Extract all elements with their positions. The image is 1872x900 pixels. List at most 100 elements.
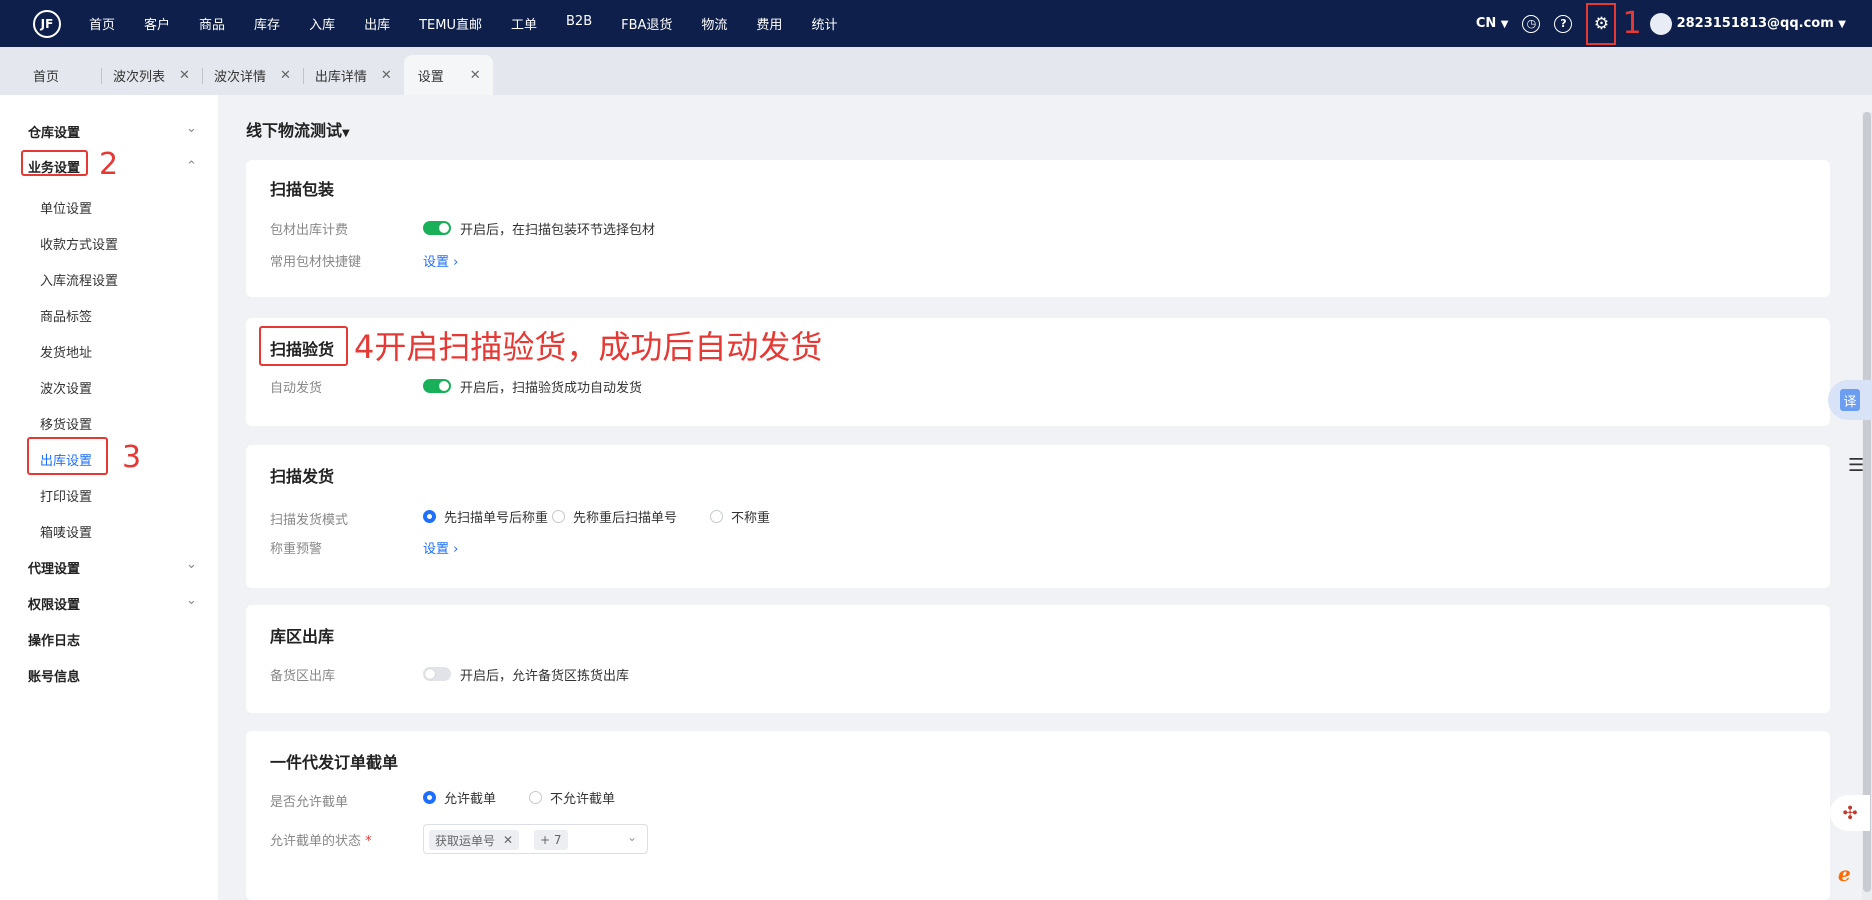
search-list-icon[interactable]: ☰	[1848, 455, 1864, 476]
tab-label: 出库详情	[314, 69, 367, 85]
chevron-down-icon[interactable]: ⌄	[186, 593, 197, 608]
chevron-down-icon[interactable]: ⌄	[186, 557, 197, 572]
sidebar-group-account[interactable]: 账号信息	[28, 666, 80, 685]
annotation-number-1: 1	[1622, 5, 1642, 41]
nav-item-customer[interactable]: 客户	[144, 14, 170, 33]
radio-label: 允许截单	[444, 792, 497, 807]
weight-warning-settings-link[interactable]: 设置 ›	[423, 538, 458, 557]
translate-float-button[interactable]: 译	[1828, 380, 1872, 420]
tab-label: 首页	[33, 69, 60, 85]
nav-item-b2b[interactable]: B2B	[566, 14, 592, 33]
row-label: 自动发货	[270, 381, 323, 396]
card-title: 库区出库	[270, 627, 335, 646]
avatar[interactable]	[1649, 12, 1672, 35]
nav-item-inventory[interactable]: 库存	[254, 14, 280, 33]
tab-settings[interactable]: 设置 ✕	[403, 55, 493, 95]
radio-weigh-then-scan[interactable]	[552, 510, 565, 523]
tab-bar: 首页 波次列表 ✕ 波次详情 ✕ 出库详情 ✕ 设置 ✕	[0, 47, 1872, 95]
sidebar-item-outbound-settings[interactable]: 出库设置	[40, 450, 92, 469]
settings-button[interactable]: ⚙	[1586, 2, 1617, 45]
warehouse-selector[interactable]: 线下物流测试▼	[246, 117, 350, 141]
nav-item-temu[interactable]: TEMU直邮	[419, 14, 482, 33]
radio-disallow-cutoff[interactable]	[529, 791, 542, 804]
user-menu[interactable]: 2823151813@qq.com ▼	[1677, 16, 1846, 31]
sidebar-item-ship-address[interactable]: 发货地址	[40, 342, 92, 361]
chevron-right-icon: ›	[453, 255, 459, 270]
required-mark: *	[365, 834, 372, 849]
sidebar-item-unit[interactable]: 单位设置	[40, 198, 92, 217]
close-icon[interactable]: ✕	[503, 833, 513, 847]
sidebar-group-warehouse[interactable]: 仓库设置	[28, 122, 80, 141]
sidebar-item-payment[interactable]: 收款方式设置	[40, 234, 118, 253]
warehouse-name: 线下物流测试	[246, 121, 343, 140]
sidebar-group-business[interactable]: 业务设置	[28, 157, 80, 176]
radio-allow-cutoff[interactable]	[423, 791, 436, 804]
card-scan-ship: 扫描发货 扫描发货模式 先扫描单号后称重 先称重后扫描单号 不称重 称重预警 设…	[246, 445, 1830, 588]
packaging-shortcut-settings-link[interactable]: 设置 ›	[423, 251, 458, 270]
gear-icon: ⚙	[1593, 13, 1610, 34]
close-icon[interactable]: ✕	[179, 68, 190, 83]
sidebar-item-carton-mark[interactable]: 箱唛设置	[40, 522, 92, 541]
nav-item-fees[interactable]: 费用	[756, 14, 782, 33]
tab-wave-list[interactable]: 波次列表 ✕	[101, 55, 202, 95]
top-right-tools: CN ▼ ◷ ? ⚙ 1 2823151813@qq.com ▼	[1476, 0, 1846, 47]
chevron-down-icon[interactable]: ⌄	[186, 121, 197, 136]
sidebar-item-move[interactable]: 移货设置	[40, 414, 92, 433]
sidebar-group-oplog[interactable]: 操作日志	[28, 630, 80, 649]
nav-item-inbound[interactable]: 入库	[309, 14, 335, 33]
row-description: 开启后，允许备货区拣货出库	[460, 669, 630, 684]
tab-outbound-detail[interactable]: 出库详情 ✕	[302, 55, 404, 95]
sidebar-item-inbound-flow[interactable]: 入库流程设置	[40, 270, 118, 289]
radio-scan-then-weigh[interactable]	[423, 510, 436, 523]
close-icon[interactable]: ✕	[381, 68, 392, 83]
annotation-number-2: 2	[99, 147, 119, 182]
card-title: 一件代发订单截单	[270, 753, 399, 772]
language-label: CN	[1475, 16, 1497, 31]
network-icon[interactable]: ✣	[1830, 795, 1870, 831]
logo[interactable]: JF	[33, 9, 61, 38]
scrollbar-thumb[interactable]	[1863, 112, 1871, 892]
chevron-down-icon: ⌄	[626, 830, 637, 844]
chevron-up-icon[interactable]: ⌃	[186, 159, 197, 174]
close-icon[interactable]: ✕	[470, 68, 481, 83]
link-text: 设置	[423, 255, 450, 270]
nav-item-outbound[interactable]: 出库	[364, 14, 390, 33]
close-icon[interactable]: ✕	[280, 68, 291, 83]
card-zone-out: 库区出库 备货区出库 开启后，允许备货区拣货出库	[246, 605, 1830, 713]
reserve-zone-toggle[interactable]	[423, 667, 451, 681]
nav-item-logistics[interactable]: 物流	[701, 14, 727, 33]
tab-divider	[101, 68, 103, 84]
nav-item-fba-return[interactable]: FBA退货	[621, 14, 672, 33]
radio-label: 不称重	[731, 511, 771, 526]
auto-ship-toggle[interactable]	[423, 379, 451, 393]
language-switch[interactable]: CN ▼	[1476, 16, 1509, 31]
packaging-billing-toggle[interactable]	[423, 221, 451, 235]
radio-no-weigh[interactable]	[710, 510, 723, 523]
caret-down-icon: ▼	[342, 128, 350, 139]
nav-item-stats[interactable]: 统计	[811, 14, 837, 33]
sidebar-group-permission[interactable]: 权限设置	[28, 594, 80, 613]
card-title: 扫描验货	[270, 340, 335, 359]
tag-label: 获取运单号	[435, 833, 496, 848]
caret-down-icon: ▼	[1838, 19, 1846, 30]
translate-icon: 译	[1840, 389, 1860, 411]
sidebar: 仓库设置 ⌄ 业务设置 2 ⌃ 单位设置 收款方式设置 入库流程设置 商品标签 …	[0, 95, 218, 900]
row-label: 包材出库计费	[270, 223, 349, 238]
nav-item-home[interactable]: 首页	[89, 14, 115, 33]
sidebar-group-agent[interactable]: 代理设置	[28, 558, 80, 577]
help-icon[interactable]: ?	[1554, 14, 1573, 33]
more-tags-count: + 7	[534, 830, 568, 850]
cutoff-status-select[interactable]: 获取运单号 ✕ + 7 ⌄	[423, 824, 648, 854]
sidebar-item-print[interactable]: 打印设置	[40, 486, 92, 505]
sidebar-item-product-label[interactable]: 商品标签	[40, 306, 92, 325]
clock-icon[interactable]: ◷	[1522, 14, 1541, 33]
tab-label: 波次详情	[213, 69, 266, 85]
annotation-text-4: 4开启扫描验货，成功后自动发货	[354, 328, 823, 366]
chevron-right-icon: ›	[453, 542, 459, 557]
sidebar-item-wave[interactable]: 波次设置	[40, 378, 92, 397]
tab-wave-detail[interactable]: 波次详情 ✕	[201, 55, 303, 95]
nav-item-workorder[interactable]: 工单	[511, 14, 537, 33]
alibaba-1688-icon[interactable]: ℯ	[1838, 862, 1851, 886]
nav-item-product[interactable]: 商品	[199, 14, 225, 33]
tab-home[interactable]: 首页	[0, 55, 101, 95]
